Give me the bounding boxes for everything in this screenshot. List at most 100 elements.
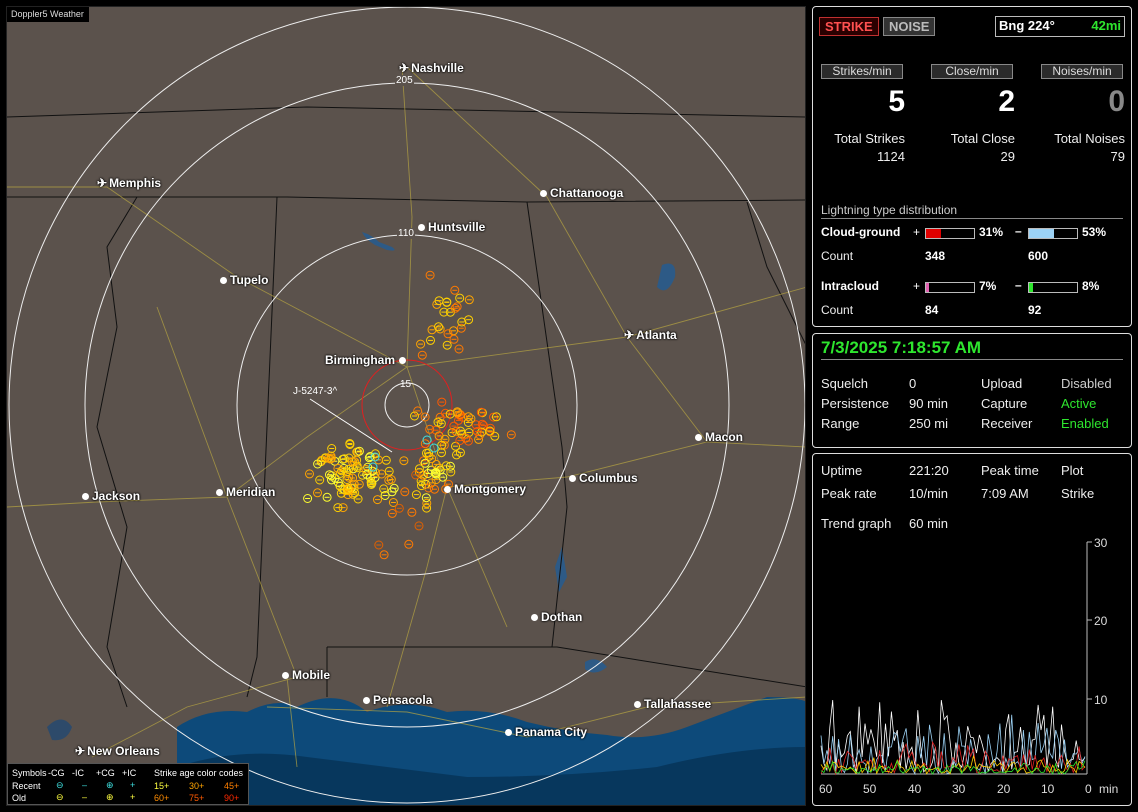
city-dot-icon	[216, 489, 223, 496]
ic-negative-bar	[1028, 282, 1078, 293]
capture-value: Active	[1061, 396, 1097, 411]
city-name: Jackson	[92, 489, 141, 503]
city-name: Chattanooga	[550, 186, 624, 200]
city-dot-icon	[505, 729, 512, 736]
range-label: Range	[821, 416, 860, 431]
peak-time-value: 7:09 AM	[981, 486, 1029, 501]
ic-negative-count: 92	[1028, 303, 1042, 317]
bearing-box: Bng 224° 42mi	[995, 16, 1125, 37]
age-code: 15+	[154, 781, 170, 791]
cg-positive-bar	[925, 228, 975, 239]
cloud-ground-label: Cloud-ground	[821, 225, 901, 239]
ic-negative-pct: 8%	[1082, 279, 1100, 293]
squelch-value: 0	[909, 376, 917, 391]
age-code: 90+	[224, 793, 240, 803]
city-name: Mobile	[292, 668, 330, 682]
map-canvas	[7, 7, 805, 805]
x-tick: 60	[819, 782, 833, 796]
city-label: Dothan	[531, 610, 582, 624]
airport-icon: ✈	[75, 744, 86, 758]
range-ring-label: 110	[397, 228, 415, 239]
plus-sign: +	[913, 225, 921, 239]
city-label: Montgomery	[444, 482, 526, 496]
recent-cg-pos-icon: ⊕	[106, 780, 114, 790]
x-tick: 0	[1085, 782, 1092, 796]
status-panel: 7/3/2025 7:18:57 AM Squelch 0 Upload Dis…	[812, 333, 1132, 448]
age-code: 75+	[189, 793, 205, 803]
range-ring-label: 205	[395, 75, 414, 86]
city-dot-icon	[418, 224, 425, 231]
minus-sign: –	[1015, 278, 1022, 292]
city-dot-icon	[695, 434, 702, 441]
peak-time-label: Peak time	[981, 463, 1039, 478]
age-code: 30+	[189, 781, 205, 791]
close-per-min-header[interactable]: Close/min	[931, 64, 1013, 79]
city-label: ✈ New Orleans	[75, 744, 160, 758]
symbol-legend: Symbols -CG -IC +CG +IC Strike age color…	[7, 763, 249, 805]
lightning-map[interactable]: Doppler5 Weather 205 110 15 J-5247-3^ Sy…	[6, 6, 806, 806]
count-label: Count	[821, 249, 854, 263]
legend-col: -IC	[72, 768, 84, 778]
city-name: Montgomery	[454, 482, 526, 496]
city-name: Dothan	[541, 610, 583, 624]
age-code: 45+	[224, 781, 240, 791]
bearing-distance: 42mi	[1091, 18, 1121, 33]
city-name: Huntsville	[428, 220, 486, 234]
x-tick: 20	[997, 782, 1011, 796]
total-strikes-value: 1124	[877, 149, 905, 164]
x-tick: 10	[1041, 782, 1055, 796]
peak-rate-label: Peak rate	[821, 486, 877, 501]
strikes-per-min-header[interactable]: Strikes/min	[821, 64, 903, 79]
divider	[821, 359, 1123, 360]
city-label: Birmingham	[325, 353, 409, 367]
city-label: ✈ Memphis	[97, 176, 161, 190]
legend-symbols-title: Symbols	[12, 768, 47, 778]
total-noises-value: 79	[1110, 149, 1125, 164]
distribution-title: Lightning type distribution	[821, 203, 958, 217]
cg-positive-count: 348	[925, 249, 946, 263]
divider	[821, 218, 1123, 219]
total-noises-label: Total Noises	[1054, 131, 1125, 146]
city-name: Tupelo	[230, 273, 269, 287]
city-label: Tallahassee	[634, 697, 711, 711]
total-strikes-label: Total Strikes	[834, 131, 905, 146]
x-tick: 40	[908, 782, 922, 796]
count-label: Count	[821, 303, 854, 317]
ic-positive-bar	[925, 282, 975, 293]
city-label: ✈ Atlanta	[624, 328, 677, 342]
trend-graph-value: 60 min	[909, 516, 949, 531]
y-tick: 20	[1094, 614, 1108, 628]
noises-per-min-header[interactable]: Noises/min	[1041, 64, 1123, 79]
uptime-value: 221:20	[909, 463, 949, 478]
total-close-label: Total Close	[950, 131, 1015, 146]
upload-value: Disabled	[1061, 376, 1112, 391]
ic-positive-count: 84	[925, 303, 939, 317]
strike-counter-panel: STRIKE NOISE Bng 224° 42mi Strikes/min C…	[812, 6, 1132, 327]
city-dot-icon	[531, 614, 538, 621]
y-tick: 10	[1094, 693, 1108, 707]
old-cg-pos-icon: ⊕	[106, 792, 114, 802]
cg-negative-pct: 53%	[1082, 225, 1107, 239]
city-name: Nashville	[411, 61, 464, 75]
old-ic-neg-icon: –	[82, 792, 88, 802]
strike-mode-button[interactable]: STRIKE	[819, 17, 879, 36]
city-dot-icon	[220, 277, 227, 284]
trend-graph	[820, 541, 1092, 776]
cg-negative-count: 600	[1028, 249, 1049, 263]
persistence-value: 90 min	[909, 396, 949, 411]
legend-col: +IC	[122, 768, 137, 778]
legend-col: -CG	[48, 768, 65, 778]
airport-icon: ✈	[399, 61, 410, 75]
uptime-label: Uptime	[821, 463, 863, 478]
trend-graph-label: Trend graph	[821, 516, 892, 531]
capture-label: Capture	[981, 396, 1028, 411]
receiver-value: Enabled	[1061, 416, 1109, 431]
recent-ic-pos-icon: +	[130, 780, 136, 790]
intracloud-label: Intracloud	[821, 279, 880, 293]
city-dot-icon	[634, 701, 641, 708]
noise-mode-button[interactable]: NOISE	[883, 17, 936, 36]
city-dot-icon	[363, 697, 370, 704]
recent-cg-neg-icon: ⊖	[56, 780, 64, 790]
city-dot-icon	[399, 357, 407, 364]
cg-negative-bar	[1028, 228, 1078, 239]
